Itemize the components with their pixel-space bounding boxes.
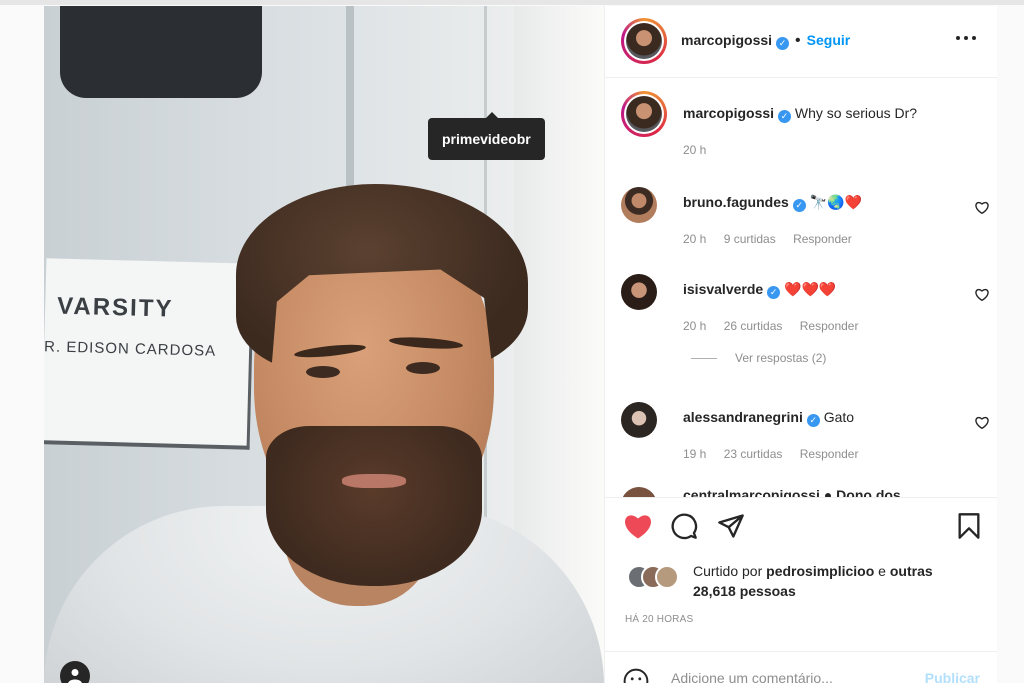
partial-comment: centralmarcopigossi ● Dono dos bbox=[621, 487, 991, 497]
like-comment-heart-icon[interactable] bbox=[975, 416, 989, 429]
more-options-icon[interactable] bbox=[956, 36, 978, 42]
verified-badge-icon: ✓ bbox=[792, 199, 806, 212]
comments-list[interactable]: marcopigossi ✓ Why so serious Dr? 20 h br… bbox=[605, 79, 997, 497]
likes-text[interactable]: Curtido por pedrosimplicioo e outras 28,… bbox=[693, 561, 953, 601]
caption: marcopigossi ✓ Why so serious Dr? 20 h bbox=[621, 91, 991, 161]
follow-button[interactable]: Seguir bbox=[807, 32, 851, 48]
comment-username[interactable]: alessandranegrini bbox=[683, 409, 803, 425]
avatar[interactable] bbox=[621, 18, 667, 64]
reply-button[interactable]: Responder bbox=[793, 232, 852, 246]
view-replies-button[interactable]: Ver respostas (2) bbox=[691, 351, 826, 365]
comment-input[interactable]: Adicione um comentário... bbox=[671, 670, 833, 683]
comment-likes[interactable]: 26 curtidas bbox=[724, 319, 783, 333]
avatar[interactable] bbox=[621, 274, 657, 310]
list-item: bruno.fagundes ✓ 🔭🌏❤️ 20 h 9 curtidas Res… bbox=[621, 187, 991, 257]
comment-likes[interactable]: 23 curtidas bbox=[724, 447, 783, 461]
post-photo[interactable]: VARSITY R. EDISON CARDOSA primevideobr bbox=[44, 6, 604, 683]
post-time[interactable]: HÁ 20 HORAS bbox=[625, 614, 693, 625]
likes-summary: Curtido por pedrosimplicioo e outras 28,… bbox=[621, 561, 981, 605]
verified-badge-icon: ✓ bbox=[776, 37, 790, 50]
tag-tooltip[interactable]: primevideobr bbox=[428, 112, 545, 160]
post-side-panel: marcopigossi ✓ • Seguir marcopigossi ✓ Why s… bbox=[604, 6, 997, 683]
verified-badge-icon: ✓ bbox=[767, 286, 781, 299]
sign-title: VARSITY bbox=[56, 292, 174, 323]
reply-button[interactable]: Responder bbox=[800, 319, 859, 333]
verified-badge-icon: ✓ bbox=[778, 110, 792, 123]
header-username[interactable]: marcopigossi bbox=[681, 32, 772, 48]
list-item: alessandranegrini ✓ Gato 19 h 23 curtidas… bbox=[621, 402, 991, 472]
comment-time[interactable]: 19 h bbox=[683, 447, 706, 461]
post-actions bbox=[605, 497, 997, 561]
comment-time[interactable]: 20 h bbox=[683, 232, 706, 246]
add-comment-bar: Adicione um comentário... Publicar bbox=[605, 651, 997, 683]
share-send-icon[interactable] bbox=[717, 512, 745, 540]
comment-text: ❤️❤️❤️ bbox=[784, 281, 837, 297]
liker-username[interactable]: pedrosimplicioo bbox=[766, 563, 874, 579]
comment-likes[interactable]: 9 curtidas bbox=[724, 232, 776, 246]
caption-text: Why so serious Dr? bbox=[794, 105, 918, 121]
user-icon bbox=[68, 669, 82, 683]
caption-time[interactable]: 20 h bbox=[683, 143, 706, 157]
liker-avatars[interactable] bbox=[627, 565, 687, 591]
publish-button[interactable]: Publicar bbox=[925, 670, 980, 683]
comment-bubble-icon[interactable] bbox=[670, 512, 698, 540]
comment-username[interactable]: isisvalverde bbox=[683, 281, 763, 297]
like-comment-heart-icon[interactable] bbox=[975, 288, 989, 301]
avatar[interactable] bbox=[621, 487, 657, 497]
caption-username[interactable]: marcopigossi bbox=[683, 105, 774, 121]
partial-comment-text: centralmarcopigossi ● Dono dos bbox=[683, 487, 901, 497]
separator-dot: • bbox=[795, 32, 801, 49]
instagram-post-modal: VARSITY R. EDISON CARDOSA primevideobr m… bbox=[44, 6, 997, 683]
avatar[interactable] bbox=[621, 91, 667, 137]
person-beard bbox=[266, 426, 482, 586]
emoji-icon[interactable] bbox=[623, 668, 649, 683]
avatar[interactable] bbox=[621, 187, 657, 223]
comment-username[interactable]: bruno.fagundes bbox=[683, 194, 789, 210]
avatar[interactable] bbox=[621, 402, 657, 438]
sign-subtitle: R. EDISON CARDOSA bbox=[44, 338, 217, 360]
comment-time[interactable]: 20 h bbox=[683, 319, 706, 333]
comment-text: Gato bbox=[823, 409, 855, 425]
save-bookmark-icon[interactable] bbox=[957, 512, 981, 540]
post-header: marcopigossi ✓ • Seguir bbox=[605, 6, 997, 78]
trailer-window bbox=[60, 6, 262, 98]
tagged-users-button[interactable] bbox=[60, 661, 90, 683]
list-item: isisvalverde ✓ ❤️❤️❤️ 20 h 26 curtidas Re… bbox=[621, 274, 991, 344]
browser-top-border bbox=[0, 0, 1024, 5]
comment-text: 🔭🌏❤️ bbox=[809, 194, 862, 210]
reply-button[interactable]: Responder bbox=[800, 447, 859, 461]
like-heart-icon[interactable] bbox=[623, 512, 653, 540]
verified-badge-icon: ✓ bbox=[806, 414, 820, 427]
like-comment-heart-icon[interactable] bbox=[975, 201, 989, 214]
door-sign: VARSITY R. EDISON CARDOSA bbox=[44, 258, 255, 450]
